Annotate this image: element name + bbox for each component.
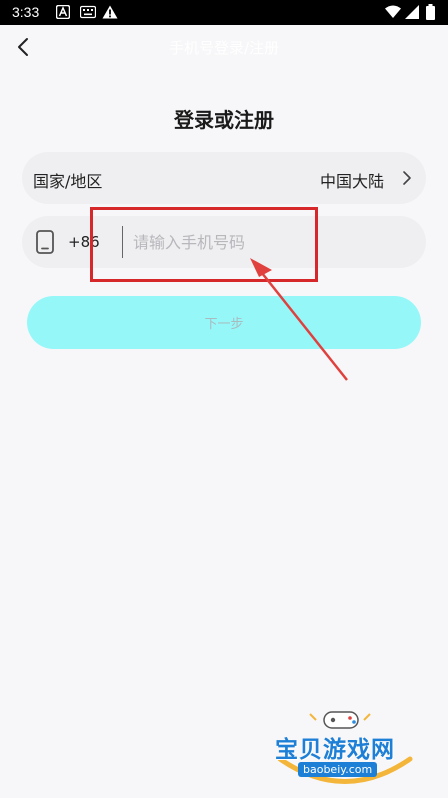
top-bar: 手机号登录/注册 <box>0 25 448 69</box>
region-label: 国家/地区 <box>33 172 103 191</box>
status-time: 3:33 <box>12 4 40 20</box>
status-bar: 3:33 <box>0 0 448 25</box>
region-value: 中国大陆 <box>319 172 384 191</box>
a-notification-icon <box>56 5 70 19</box>
region-selector[interactable]: 国家/地区 中国大陆 <box>22 152 426 204</box>
phone-icon <box>36 230 54 254</box>
login-heading: 登录或注册 <box>174 108 274 132</box>
annotation-highlight-box <box>90 207 318 282</box>
watermark-logo: 宝贝游戏网 baobeiy.com <box>270 704 420 794</box>
battery-icon <box>426 4 435 20</box>
watermark-url: baobeiy.com <box>298 762 378 777</box>
wifi-icon <box>385 5 401 18</box>
signal-icon <box>405 5 419 19</box>
keyboard-icon <box>80 5 96 19</box>
page-title: 手机号登录/注册 <box>168 39 280 57</box>
next-button[interactable]: 下一步 <box>27 296 421 349</box>
chevron-right-icon <box>403 171 411 185</box>
watermark-text: 宝贝游戏网 <box>275 737 395 763</box>
warning-icon <box>102 5 118 19</box>
